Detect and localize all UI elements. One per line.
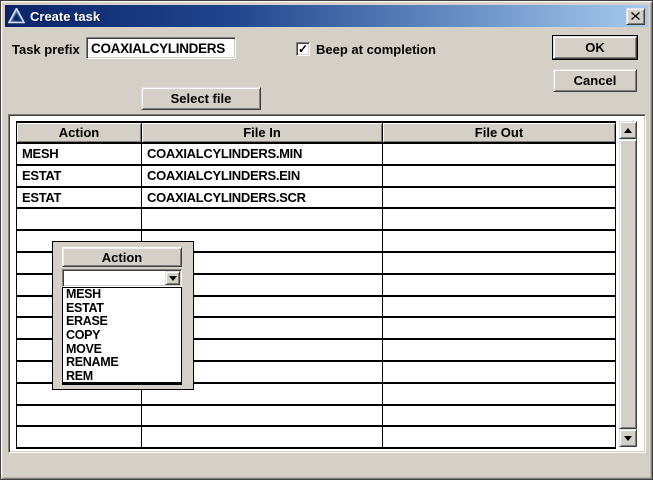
table-row <box>17 208 616 230</box>
chevron-down-icon <box>169 276 177 281</box>
column-header[interactable]: File Out <box>383 122 616 143</box>
vertical-scrollbar[interactable] <box>619 121 637 447</box>
dropdown-item[interactable]: ESTAT <box>63 302 181 316</box>
beep-label: Beep at completion <box>316 42 436 57</box>
scroll-up-button[interactable] <box>619 121 637 139</box>
action-combobox[interactable] <box>62 269 182 287</box>
window-title: Create task <box>30 9 626 24</box>
table-cell[interactable]: COAXIALCYLINDERS.SCR <box>142 187 383 209</box>
dropdown-item[interactable]: MOVE <box>63 343 181 357</box>
dropdown-item[interactable]: MESH <box>63 288 181 302</box>
table-cell[interactable] <box>17 208 142 230</box>
table-cell[interactable] <box>383 405 616 427</box>
task-prefix-label: Task prefix <box>12 42 80 57</box>
table-cell[interactable] <box>142 208 383 230</box>
action-editor-header[interactable]: Action <box>62 247 182 267</box>
arrow-down-icon <box>624 436 632 441</box>
beep-checkbox[interactable]: ✓ <box>296 42 310 56</box>
table-cell[interactable] <box>383 426 616 448</box>
table-header-row: ActionFile InFile Out <box>17 122 616 143</box>
dropdown-item[interactable]: REM <box>63 370 181 384</box>
title-bar[interactable]: Create task <box>5 5 648 27</box>
table-cell[interactable] <box>142 405 383 427</box>
app-icon <box>8 8 25 24</box>
table-cell[interactable] <box>383 252 616 274</box>
task-prefix-input[interactable] <box>86 37 236 59</box>
table-cell[interactable] <box>383 274 616 296</box>
ok-button[interactable]: OK <box>553 36 637 59</box>
column-header[interactable]: Action <box>17 122 142 143</box>
table-row <box>17 405 616 427</box>
close-button[interactable] <box>626 8 645 25</box>
table-cell[interactable]: COAXIALCYLINDERS.MIN <box>142 143 383 165</box>
table-cell[interactable] <box>383 296 616 318</box>
dropdown-item[interactable]: RENAME <box>63 356 181 370</box>
table-cell[interactable] <box>383 317 616 339</box>
table-cell[interactable]: ESTAT <box>17 165 142 187</box>
combobox-dropdown-button[interactable] <box>165 271 180 285</box>
table-cell[interactable] <box>383 187 616 209</box>
table-cell[interactable] <box>383 383 616 405</box>
table-row <box>17 426 616 448</box>
table-cell[interactable] <box>383 208 616 230</box>
table-cell[interactable]: ESTAT <box>17 187 142 209</box>
table-cell[interactable]: MESH <box>17 143 142 165</box>
table-cell[interactable] <box>383 361 616 383</box>
column-header[interactable]: File In <box>142 122 383 143</box>
dropdown-item[interactable]: COPY <box>63 329 181 343</box>
table-cell[interactable] <box>17 426 142 448</box>
table-cell[interactable] <box>17 405 142 427</box>
cancel-button[interactable]: Cancel <box>553 69 637 92</box>
scroll-down-button[interactable] <box>619 429 637 447</box>
arrow-up-icon <box>624 128 632 133</box>
checkbox-checkmark: ✓ <box>298 43 308 55</box>
table-cell[interactable] <box>383 230 616 252</box>
table-row: ESTATCOAXIALCYLINDERS.SCR <box>17 187 616 209</box>
table-cell[interactable] <box>383 165 616 187</box>
table-row: MESHCOAXIALCYLINDERS.MIN <box>17 143 616 165</box>
table-cell[interactable] <box>383 143 616 165</box>
select-file-button[interactable]: Select file <box>141 87 261 110</box>
table-row: ESTATCOAXIALCYLINDERS.EIN <box>17 165 616 187</box>
action-cell-editor: Action MESHESTATERASECOPYMOVERENAMEREM <box>52 241 194 390</box>
scrollbar-thumb[interactable] <box>619 139 637 429</box>
close-icon <box>631 12 640 20</box>
table-cell[interactable]: COAXIALCYLINDERS.EIN <box>142 165 383 187</box>
table-cell[interactable] <box>383 339 616 361</box>
dropdown-item[interactable]: ERASE <box>63 315 181 329</box>
action-dropdown-list: MESHESTATERASECOPYMOVERENAMEREM <box>62 287 182 385</box>
create-task-dialog: Create task Task prefix ✓ Beep at comple… <box>0 0 653 480</box>
table-cell[interactable] <box>142 426 383 448</box>
